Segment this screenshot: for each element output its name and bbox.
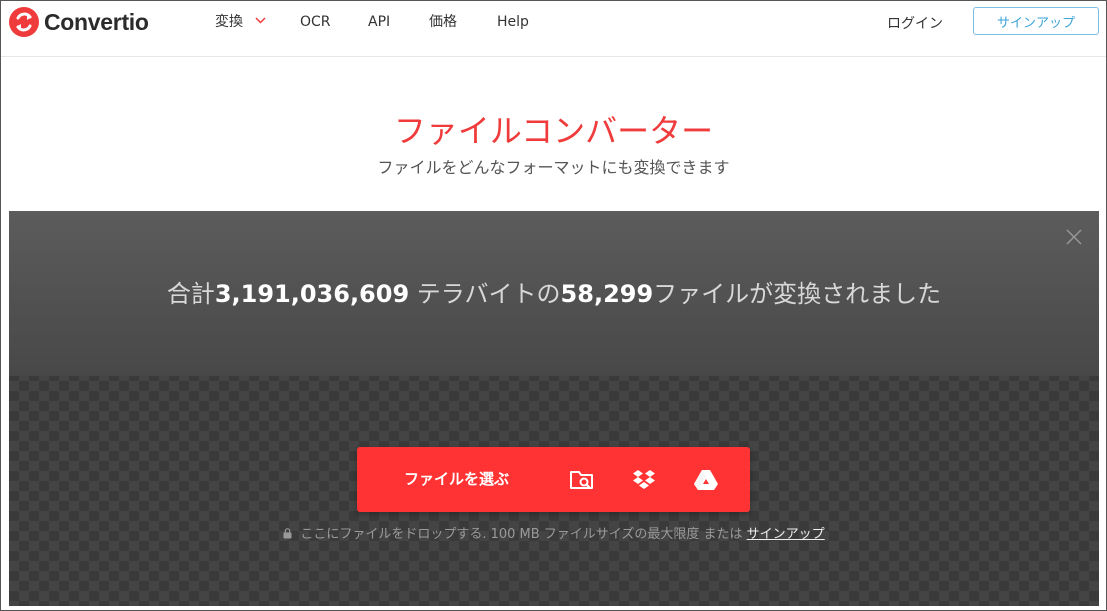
upload-note-text: ここにファイルをドロップする. 100 MB ファイルサイズの最大限度 または: [300, 527, 747, 542]
close-icon[interactable]: [1066, 229, 1082, 245]
stats-middle: テラバイトの: [409, 280, 561, 308]
conversion-stats: 合計3,191,036,609 テラバイトの58,299ファイルが変換されました: [9, 279, 1099, 309]
lock-icon: [283, 528, 292, 539]
nav-item-help[interactable]: Help: [497, 13, 529, 31]
nav-item-ocr[interactable]: OCR: [300, 13, 331, 31]
signup-button[interactable]: サインアップ: [973, 7, 1099, 35]
nav-item-pricing[interactable]: 価格: [429, 13, 457, 31]
nav-item-label: 変換: [215, 14, 243, 30]
logo[interactable]: Convertio: [9, 7, 149, 37]
upload-panel: 合計3,191,036,609 テラバイトの58,299ファイルが変換されました…: [9, 211, 1099, 606]
login-link[interactable]: ログイン: [887, 13, 943, 33]
nav-item-label: OCR: [300, 14, 331, 30]
stats-files: 58,299: [560, 280, 654, 308]
folder-search-icon[interactable]: [569, 467, 595, 493]
nav-item-label: 価格: [429, 14, 457, 30]
choose-files-button[interactable]: ファイルを選ぶ: [357, 447, 750, 512]
stats-banner: 合計3,191,036,609 テラバイトの58,299ファイルが変換されました: [9, 211, 1099, 376]
top-nav: Convertio 変換 OCR API 価格 Help ログイン サインアップ: [1, 1, 1106, 57]
nav-item-label: Help: [497, 14, 529, 30]
page-subtitle: ファイルをどんなフォーマットにも変換できます: [377, 158, 730, 177]
nav-item-convert[interactable]: 変換: [215, 13, 266, 31]
chevron-down-icon: [255, 17, 266, 24]
nav-item-label: API: [368, 14, 391, 30]
upload-note: ここにファイルをドロップする. 100 MB ファイルサイズの最大限度 または …: [9, 526, 1099, 544]
page-title: ファイルコンバーター: [393, 112, 714, 150]
stats-terabytes: 3,191,036,609: [214, 280, 410, 308]
choose-files-label: ファイルを選ぶ: [404, 470, 510, 488]
brand-name: Convertio: [44, 8, 149, 35]
google-drive-icon[interactable]: [693, 467, 719, 493]
convertio-logo-icon: [9, 7, 39, 37]
nav-item-api[interactable]: API: [368, 13, 390, 31]
signup-link[interactable]: サインアップ: [747, 527, 825, 542]
stats-prefix: 合計: [166, 280, 215, 308]
stats-suffix: ファイルが変換されました: [653, 280, 942, 308]
dropbox-icon[interactable]: [631, 467, 657, 493]
